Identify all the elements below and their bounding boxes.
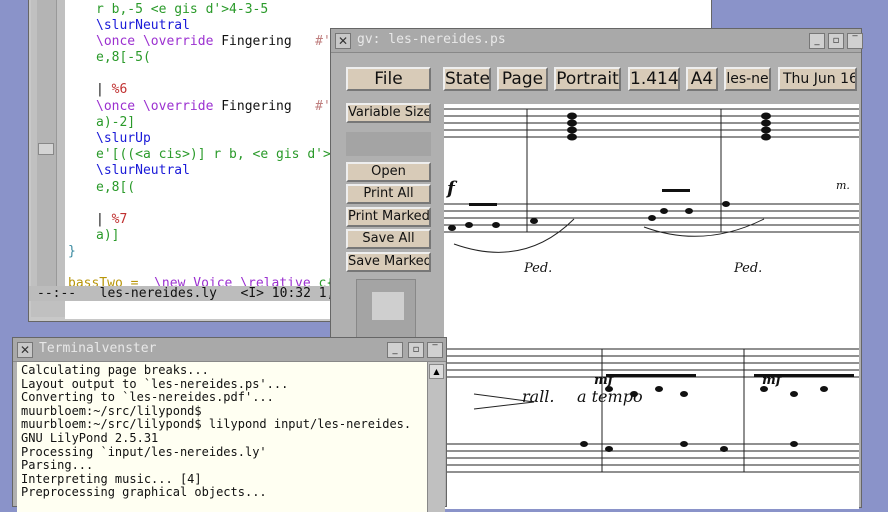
gv-titlebar[interactable]: ✕ gv: les-nereides.ps _ ▫ ‾	[331, 29, 863, 53]
terminal-line: Converting to `les-nereides.pdf'...	[21, 390, 274, 405]
close-icon[interactable]: ✕	[335, 33, 351, 49]
file-menu-button[interactable]: File	[346, 67, 431, 91]
window-title: gv: les-nereides.ps	[357, 32, 506, 47]
save-all-button[interactable]: Save All	[346, 229, 431, 249]
emacs-scrollbar-thumb[interactable]	[38, 143, 54, 155]
date-button[interactable]: Thu Jun 16	[778, 67, 857, 91]
terminal-line: Layout output to `les-nereides.ps'...	[21, 376, 289, 391]
terminal-output[interactable]: Calculating page breaks... Layout output …	[17, 362, 427, 512]
terminal-line: Processing `input/les-nereides.ly'	[21, 444, 267, 459]
code-text: r b,-5 <e gis d'>4-3-5	[96, 2, 269, 17]
bar-check: |	[96, 212, 112, 227]
maximize-icon[interactable]: ▫	[828, 33, 844, 49]
code-line: \slurNeutral	[96, 18, 190, 33]
bar-check: |	[96, 82, 112, 97]
pedal-marking: Ped.	[733, 261, 762, 276]
pedal-marking: Ped.	[523, 261, 552, 276]
dynamic-marking: f	[445, 178, 458, 199]
panner[interactable]	[356, 279, 416, 339]
maximize-icon[interactable]: ▫	[408, 342, 424, 358]
shade-icon[interactable]: ‾	[427, 342, 443, 358]
emacs-fringe	[31, 0, 65, 317]
media-button[interactable]: A4	[686, 67, 718, 91]
code-line: }	[68, 244, 76, 259]
terminal-titlebar[interactable]: ✕ Terminalvenster _ ▫ ‾	[13, 338, 446, 362]
close-icon[interactable]: ✕	[17, 342, 33, 358]
code-line: \once \override Fingering #'e	[96, 34, 339, 50]
terminal-scrollbar[interactable]: ▲	[427, 362, 445, 512]
print-marked-button[interactable]: Print Marked	[346, 207, 431, 227]
scale-button[interactable]: 1.414	[628, 67, 680, 91]
code-keyword: \once \override	[96, 34, 214, 49]
code-line: e'[((<a cis>)] r b, <e gis d'>4	[96, 147, 339, 162]
page-list[interactable]	[346, 132, 431, 156]
code-text: Fingering	[221, 99, 292, 114]
open-button[interactable]: Open	[346, 162, 431, 182]
code-line: a)-2]	[96, 115, 136, 130]
window-title: Terminalvenster	[39, 341, 157, 356]
terminal-line: muurbloem:~/src/lilypond$ lilypond input…	[21, 417, 412, 432]
terminal-line: Preprocessing graphical objects...	[21, 485, 267, 500]
code-comment: %7	[111, 212, 128, 227]
expression-marking: m.	[836, 179, 850, 192]
code-text: Fingering	[221, 34, 292, 49]
scroll-up-icon[interactable]: ▲	[429, 364, 444, 379]
tempo-marking: a tempo	[577, 387, 643, 406]
code-line: \once \override Fingering #'e	[96, 99, 339, 115]
minimize-icon[interactable]: _	[809, 33, 825, 49]
terminal-line: Calculating page breaks...	[21, 363, 209, 377]
code-line: | %6	[96, 82, 127, 98]
orientation-button[interactable]: Portrait	[554, 67, 621, 91]
terminal-line: Parsing...	[21, 458, 94, 473]
code-keyword: \once \override	[96, 99, 214, 114]
filename-button[interactable]: les-ne	[724, 67, 771, 91]
shade-icon[interactable]: ‾	[847, 33, 863, 49]
terminal-line: GNU LilyPond 2.5.31	[21, 430, 159, 445]
terminal-window: ✕ Terminalvenster _ ▫ ‾ Calculating page…	[12, 337, 447, 512]
dynamic-marking: mf	[594, 373, 616, 388]
page-menu-button[interactable]: Page	[497, 67, 548, 91]
minimize-icon[interactable]: _	[387, 342, 403, 358]
code-comment: %6	[111, 82, 128, 97]
state-menu-button[interactable]: State	[443, 67, 491, 91]
terminal-line: muurbloem:~/src/lilypond$	[21, 403, 202, 418]
terminal-line: Interpreting music... [4]	[21, 471, 202, 486]
score-image: f Ped. Ped. m. rall. a tempo mf mf	[444, 108, 859, 473]
panner-viewport[interactable]	[372, 292, 404, 320]
save-marked-button[interactable]: Save Marked	[346, 252, 431, 272]
code-line: e,8[-5(	[96, 50, 151, 65]
tempo-marking: rall.	[522, 387, 555, 406]
print-all-button[interactable]: Print All	[346, 184, 431, 204]
document-page[interactable]: f Ped. Ped. m. rall. a tempo mf mf	[444, 104, 859, 509]
dynamic-marking: mf	[762, 373, 784, 388]
variable-size-button[interactable]: Variable Size	[346, 103, 431, 123]
code-line: e,8[(	[96, 180, 136, 195]
code-line: a)]	[96, 228, 120, 243]
code-line: r b,-5 <e gis d'>4-3-5	[96, 2, 268, 18]
code-line: \slurUp	[96, 131, 151, 146]
code-line: | %7	[96, 212, 127, 228]
code-line: \slurNeutral	[96, 163, 190, 178]
